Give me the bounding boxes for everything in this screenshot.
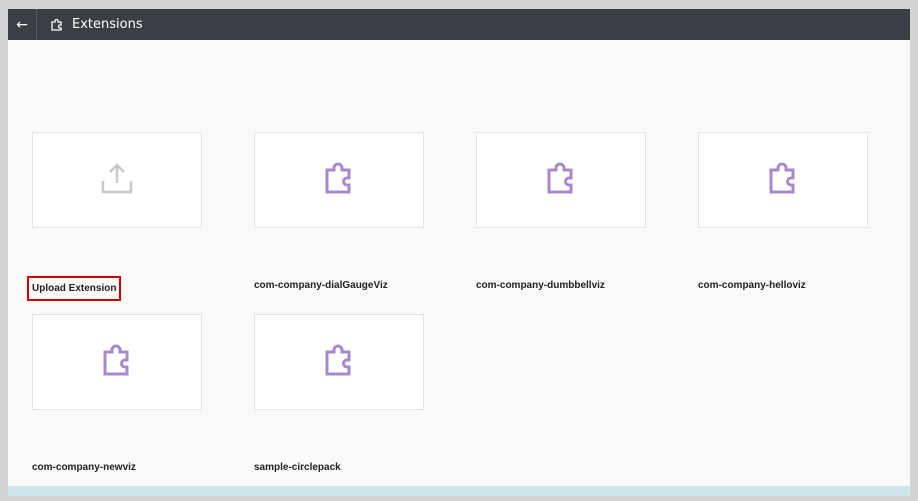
extension-name[interactable]: com-company-dumbbellviz [476,280,605,291]
extensions-page: ← Extensions Upload Extension com-company… [8,9,910,496]
extension-name[interactable]: sample-circlepack [254,462,341,473]
upload-extension-card[interactable] [32,132,202,228]
extension-card[interactable] [254,132,424,228]
puzzle-icon [768,162,798,198]
extension-name[interactable]: com-company-helloviz [698,280,806,291]
extension-card[interactable] [476,132,646,228]
extension-card[interactable] [698,132,868,228]
puzzle-icon [51,18,62,31]
upload-icon [100,161,134,199]
puzzle-icon [102,344,132,380]
extension-card[interactable] [32,314,202,410]
back-button[interactable]: ← [8,9,37,40]
extension-name[interactable]: com-company-newviz [32,462,136,473]
puzzle-icon [324,344,354,380]
puzzle-icon [546,162,576,198]
arrow-left-icon: ← [16,16,28,33]
extension-card[interactable] [254,314,424,410]
puzzle-icon [324,162,354,198]
upload-extension-label[interactable]: Upload Extension [27,276,122,301]
extension-name[interactable]: com-company-dialGaugeViz [254,280,388,291]
page-title: Extensions [72,17,143,32]
header-bar: ← Extensions [8,9,910,40]
taskbar-strip [8,486,910,496]
